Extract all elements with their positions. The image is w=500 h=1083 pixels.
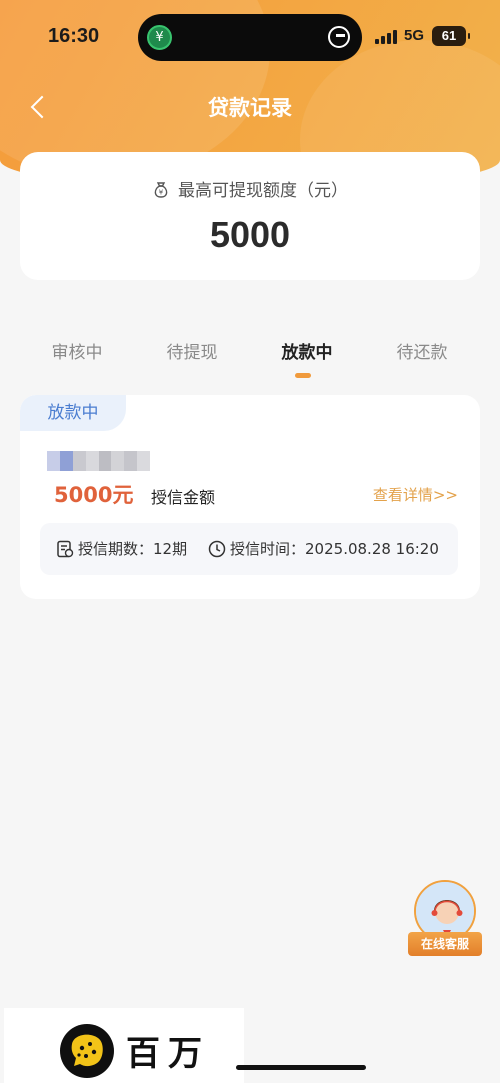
status-bar: 16:30 ¥ 5G 61 — [0, 0, 500, 75]
credit-term-value: 12期 — [153, 540, 188, 558]
brand-bar: 百万豹 — [4, 1008, 244, 1083]
credit-time-value: 2025.08.28 16:20 — [305, 540, 439, 558]
tab-pending-withdraw[interactable]: 待提现 — [142, 338, 242, 363]
limit-label-row: ¥ 最高可提现额度（元） — [20, 176, 480, 201]
svg-text:¥: ¥ — [159, 189, 164, 197]
status-tabs: 审核中 待提现 放款中 待还款 — [0, 338, 500, 388]
brand-name: 百万豹 — [126, 1034, 210, 1074]
customer-service-label: 在线客服 — [408, 932, 482, 956]
tab-active-indicator — [295, 373, 311, 378]
credit-info-box: 授信期数：12期 授信时间：2025.08.28 16:20 — [40, 523, 458, 575]
leopard-logo-icon — [60, 1024, 114, 1078]
credit-time-item: 授信时间：2025.08.28 16:20 — [208, 538, 439, 559]
view-details-link[interactable]: 查看详情>> — [373, 484, 458, 505]
tab-reviewing[interactable]: 审核中 — [27, 338, 127, 363]
signal-icon — [375, 30, 399, 44]
money-bag-icon: ¥ — [154, 182, 168, 198]
tab-pending-repay[interactable]: 待还款 — [372, 338, 472, 363]
page-title: 贷款记录 — [208, 96, 292, 120]
dynamic-island: ¥ — [138, 14, 362, 61]
network-label: 5G — [404, 27, 425, 44]
screen-share-icon — [328, 26, 350, 48]
blurred-product-name — [47, 451, 150, 471]
home-indicator[interactable] — [236, 1065, 366, 1070]
clock-icon — [208, 540, 226, 558]
document-icon — [57, 540, 74, 558]
limit-label: 最高可提现额度（元） — [178, 181, 348, 201]
limit-card: ¥ 最高可提现额度（元） 5000 — [20, 152, 480, 280]
credit-amount: 5000元 — [54, 483, 134, 507]
status-time: 16:30 — [48, 25, 100, 47]
limit-amount: 5000 — [209, 214, 291, 255]
status-badge: 放款中 — [20, 395, 126, 431]
credit-term-label: 授信期数： — [78, 540, 154, 558]
bank-app-icon: ¥ — [147, 25, 172, 50]
credit-term-item: 授信期数：12期 — [56, 538, 187, 559]
loan-record-card[interactable]: 放款中 5000元 授信金额 查看详情>> 授信期数：12期 授信时间：2025… — [20, 395, 480, 599]
battery-icon: 61 — [432, 26, 470, 46]
tab-disbursing-label: 放款中 — [281, 343, 333, 363]
credit-time-label: 授信时间： — [230, 540, 306, 558]
tab-disbursing[interactable]: 放款中 — [257, 338, 357, 378]
credit-amount-label: 授信金额 — [151, 488, 216, 507]
customer-service-button[interactable]: 在线客服 — [408, 880, 482, 958]
